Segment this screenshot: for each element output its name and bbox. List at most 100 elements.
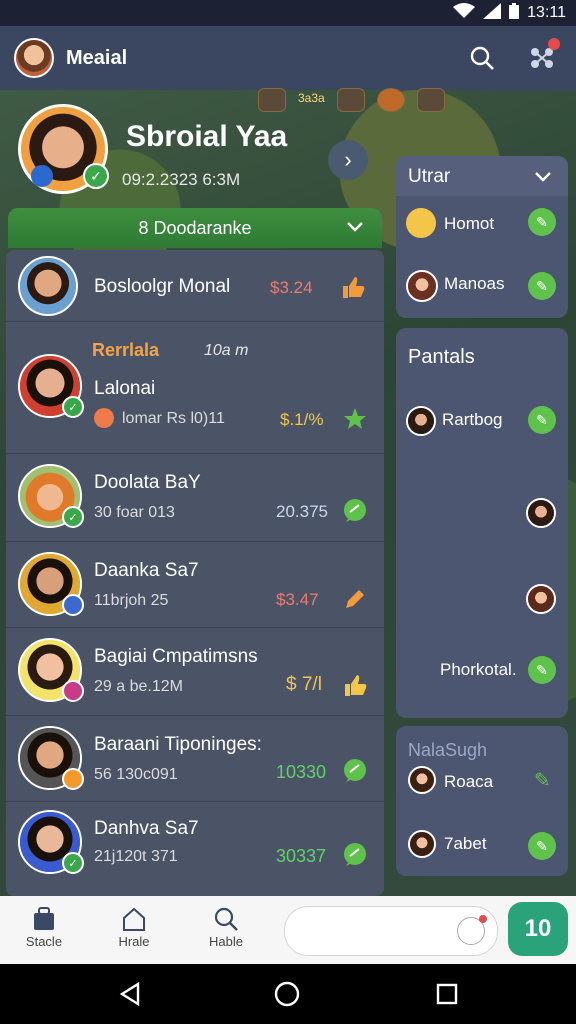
- list-item-value: $ 7/l: [286, 674, 322, 695]
- profile-avatar[interactable]: ✓: [18, 104, 109, 194]
- panel-item-label: 7abet: [444, 834, 487, 853]
- chevron-down-icon[interactable]: [534, 170, 552, 188]
- chevron-right-icon[interactable]: ›: [328, 140, 368, 180]
- chat-icon[interactable]: ✎: [528, 406, 556, 434]
- panel-title: NalaSugh: [408, 740, 488, 760]
- nav-item-stacle[interactable]: Stacle: [14, 904, 74, 949]
- list-item-sub: 29 a be.12M: [94, 678, 183, 695]
- game-toolbar: 3a3a: [258, 88, 445, 112]
- network-icon[interactable]: [526, 38, 560, 74]
- thumb-icon[interactable]: [342, 672, 368, 698]
- game-chip-icon[interactable]: [258, 88, 286, 112]
- list-item[interactable]: Baraani Tiponinges: 56 130c091 10330: [6, 716, 384, 802]
- nav-label: Stacle: [25, 934, 63, 949]
- smiley-icon: [406, 208, 436, 238]
- search-input[interactable]: [284, 906, 498, 956]
- list-item-name: Baraani Tiponinges:: [94, 734, 262, 755]
- panel-item-label: Phorkotal.: [440, 660, 517, 679]
- panel-item-label: Roaca: [444, 772, 494, 791]
- list-item-value: $3.47: [276, 590, 319, 609]
- cta-button[interactable]: 10: [508, 902, 568, 956]
- shield-icon: [62, 594, 84, 616]
- verified-check-icon: ✓: [62, 852, 84, 874]
- chat-icon[interactable]: ✎: [528, 656, 556, 684]
- smiley-icon: [94, 408, 114, 428]
- section-banner[interactable]: 8 Doodaranke: [8, 208, 382, 248]
- chat-icon[interactable]: ✎: [534, 768, 551, 793]
- nav-item-hrale[interactable]: Hrale: [104, 904, 164, 949]
- contact-list: Bosloolgr Monal $3.24 Rerrlala 10a m ✓ L…: [6, 250, 384, 896]
- chat-icon[interactable]: ✎: [528, 208, 556, 236]
- verified-check-icon: ✓: [62, 396, 84, 418]
- avatar: [18, 552, 84, 616]
- system-nav-bar: [0, 964, 576, 1024]
- tag-icon: [62, 680, 84, 702]
- pencil-icon[interactable]: [342, 586, 368, 612]
- app-title: Meaial: [66, 46, 128, 69]
- chat-icon[interactable]: [342, 498, 368, 524]
- list-item-name: Bosloolgr Monal: [94, 276, 231, 297]
- tag-icon: [31, 165, 53, 187]
- game-chip-icon[interactable]: [336, 88, 365, 112]
- home-icon: [104, 904, 164, 934]
- avatar: [408, 830, 436, 858]
- panel-item-label: Homot: [444, 214, 495, 233]
- battery-icon: [509, 2, 520, 24]
- avatar: [18, 256, 78, 316]
- list-item-name: Doolata BaY: [94, 472, 201, 493]
- list-item[interactable]: Daanka Sa7 11brjoh 25 $3.47: [6, 542, 384, 628]
- avatar: ✓: [18, 810, 84, 874]
- list-item[interactable]: Bagiai Cmpatimsns 29 a be.12M $ 7/l: [6, 628, 384, 716]
- profile-subtitle: 09:2.2323 6:3M: [122, 170, 241, 189]
- nav-item-hable[interactable]: Hable: [196, 904, 256, 949]
- list-item-value: $3.24: [270, 278, 313, 297]
- bottom-nav: Stacle Hrale Hable 10: [0, 896, 576, 964]
- list-item-name: Daanka Sa7: [94, 560, 199, 581]
- panel-item-label: Rartbog: [442, 410, 503, 429]
- search-icon: [196, 904, 256, 934]
- list-item-value: 30337: [276, 846, 327, 866]
- star-icon[interactable]: [342, 406, 368, 432]
- status-time: 13:11: [527, 4, 566, 21]
- avatar: [526, 584, 556, 614]
- list-item[interactable]: Bosloolgr Monal $3.24: [6, 250, 384, 322]
- avatar: [406, 406, 436, 436]
- home-circle-icon[interactable]: [274, 981, 300, 1012]
- list-item-header-time: 10a m: [204, 342, 249, 359]
- nav-label: Hable: [209, 934, 243, 949]
- chevron-down-icon[interactable]: [346, 217, 364, 238]
- thumb-icon[interactable]: [340, 274, 366, 300]
- list-item-sub: lomar Rs l0)11: [122, 410, 225, 427]
- chat-icon[interactable]: [342, 758, 368, 784]
- search-icon[interactable]: [466, 42, 498, 74]
- star-badge-icon: [62, 768, 84, 790]
- recents-icon[interactable]: [436, 983, 458, 1010]
- signal-icon: [483, 2, 502, 24]
- avatar: ✓: [18, 354, 84, 418]
- side-panel-bottom: NalaSugh Roaca ✎ 7abet ✎: [396, 726, 568, 876]
- list-item[interactable]: ✓ Doolata BaY 30 foar 013 20.375: [6, 454, 384, 542]
- notification-dot: [548, 38, 560, 50]
- list-item[interactable]: ✓ Danhva Sa7 21j120t 371 30337: [6, 802, 384, 892]
- user-avatar[interactable]: [14, 38, 54, 78]
- chat-icon[interactable]: ✎: [528, 832, 556, 860]
- list-item-sub: 30 foar 013: [94, 504, 175, 521]
- avatar: [526, 498, 556, 528]
- chat-icon[interactable]: ✎: [528, 272, 556, 300]
- list-item-value: 10330: [276, 762, 327, 782]
- game-chip-icon[interactable]: [416, 88, 445, 112]
- panel-title: Pantals: [408, 346, 475, 368]
- back-icon[interactable]: [118, 981, 142, 1011]
- avatar: [18, 638, 84, 702]
- chat-icon[interactable]: [342, 842, 368, 868]
- list-item-name: Bagiai Cmpatimsns: [94, 646, 258, 667]
- status-bar: 13:11: [0, 0, 576, 26]
- list-item[interactable]: Rerrlala 10a m ✓ Lalonai lomar Rs l0)11 …: [6, 324, 384, 454]
- emoji-icon[interactable]: [457, 915, 487, 945]
- game-chip-icon[interactable]: [376, 88, 405, 112]
- avatar: [406, 270, 438, 302]
- nav-label: Hrale: [118, 934, 150, 949]
- list-item-value: $.1/%: [280, 410, 324, 429]
- wifi-icon: [453, 2, 476, 24]
- list-item-value: 20.375: [276, 502, 328, 521]
